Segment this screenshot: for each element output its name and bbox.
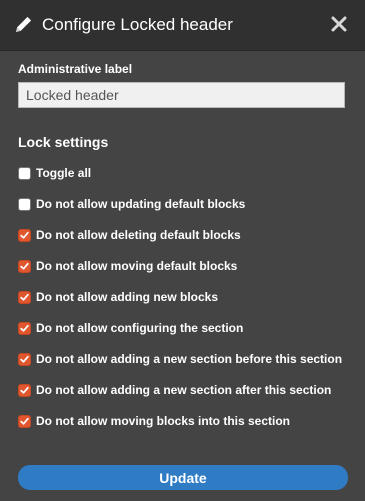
- dialog-title: Configure Locked header: [42, 15, 233, 34]
- lock-setting-row[interactable]: Do not allow adding a new section before…: [18, 350, 358, 368]
- lock-setting-label: Toggle all: [36, 166, 92, 180]
- lock-setting-label: Do not allow adding a new section before…: [36, 352, 343, 366]
- checkbox-checked[interactable]: [18, 321, 31, 335]
- lock-setting-label: Do not allow deleting default blocks: [36, 228, 241, 242]
- checkbox-checked[interactable]: [18, 414, 31, 428]
- lock-setting-label: Do not allow adding new blocks: [36, 290, 219, 304]
- lock-setting-row[interactable]: Do not allow configuring the section: [18, 319, 358, 337]
- checkbox-checked[interactable]: [18, 259, 31, 273]
- lock-setting-label: Do not allow moving blocks into this sec…: [36, 414, 291, 428]
- lock-setting-row[interactable]: Do not allow adding new blocks: [18, 288, 358, 306]
- admin-label-caption: Administrative label: [18, 62, 133, 76]
- lock-setting-row[interactable]: Do not allow moving blocks into this sec…: [18, 412, 358, 430]
- admin-label-input[interactable]: [18, 82, 345, 108]
- lock-setting-row[interactable]: Do not allow moving default blocks: [18, 257, 358, 275]
- update-button[interactable]: Update: [18, 465, 348, 490]
- check-icon: [20, 293, 29, 301]
- lock-setting-row[interactable]: Toggle all: [18, 164, 358, 182]
- checkbox-checked[interactable]: [18, 228, 31, 242]
- checkbox-unchecked[interactable]: [18, 166, 31, 180]
- lock-settings-heading: Lock settings: [18, 134, 109, 150]
- lock-setting-row[interactable]: Do not allow deleting default blocks: [18, 226, 358, 244]
- lock-setting-label: Do not allow moving default blocks: [36, 259, 238, 273]
- check-icon: [20, 417, 29, 425]
- checkbox-checked[interactable]: [18, 290, 31, 304]
- check-icon: [20, 262, 29, 270]
- close-icon[interactable]: [329, 13, 349, 35]
- lock-setting-label: Do not allow adding a new section after …: [36, 383, 332, 397]
- pencil-icon: [14, 14, 34, 34]
- check-icon: [20, 355, 29, 363]
- lock-setting-row[interactable]: Do not allow updating default blocks: [18, 195, 358, 213]
- check-icon: [20, 231, 29, 239]
- lock-setting-row[interactable]: Do not allow adding a new section after …: [18, 381, 358, 399]
- check-icon: [20, 324, 29, 332]
- lock-setting-label: Do not allow updating default blocks: [36, 197, 246, 211]
- check-icon: [20, 386, 29, 394]
- dialog-titlebar: Configure Locked header: [0, 0, 365, 51]
- checkbox-unchecked[interactable]: [18, 197, 31, 211]
- checkbox-checked[interactable]: [18, 383, 31, 397]
- lock-setting-label: Do not allow configuring the section: [36, 321, 244, 335]
- checkbox-checked[interactable]: [18, 352, 31, 366]
